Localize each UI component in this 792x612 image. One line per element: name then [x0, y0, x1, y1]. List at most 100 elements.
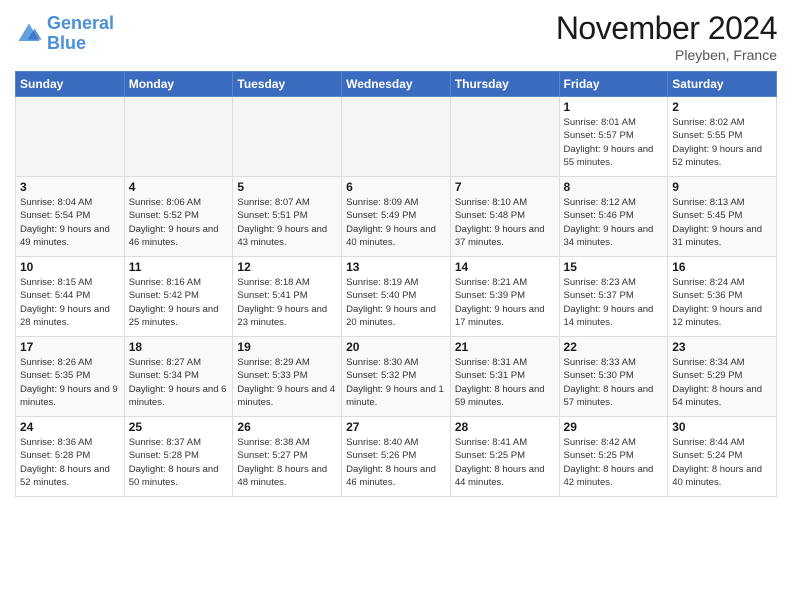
cell-2-0: 10 Sunrise: 8:15 AMSunset: 5:44 PMDaylig…: [16, 257, 125, 337]
day-info: Sunrise: 8:16 AMSunset: 5:42 PMDaylight:…: [129, 277, 219, 328]
cell-4-1: 25 Sunrise: 8:37 AMSunset: 5:28 PMDaylig…: [124, 417, 233, 497]
cell-4-0: 24 Sunrise: 8:36 AMSunset: 5:28 PMDaylig…: [16, 417, 125, 497]
day-info: Sunrise: 8:34 AMSunset: 5:29 PMDaylight:…: [672, 357, 762, 408]
cell-3-2: 19 Sunrise: 8:29 AMSunset: 5:33 PMDaylig…: [233, 337, 342, 417]
week-row-0: 1 Sunrise: 8:01 AMSunset: 5:57 PMDayligh…: [16, 97, 777, 177]
day-info: Sunrise: 8:31 AMSunset: 5:31 PMDaylight:…: [455, 357, 545, 408]
day-number: 12: [237, 260, 337, 274]
day-info: Sunrise: 8:29 AMSunset: 5:33 PMDaylight:…: [237, 357, 335, 408]
day-number: 10: [20, 260, 120, 274]
day-number: 8: [564, 180, 664, 194]
day-number: 6: [346, 180, 446, 194]
header-row-days: Sunday Monday Tuesday Wednesday Thursday…: [16, 72, 777, 97]
cell-0-2: [233, 97, 342, 177]
day-number: 16: [672, 260, 772, 274]
cell-1-1: 4 Sunrise: 8:06 AMSunset: 5:52 PMDayligh…: [124, 177, 233, 257]
title-block: November 2024 Pleyben, France: [556, 10, 777, 63]
cell-4-5: 29 Sunrise: 8:42 AMSunset: 5:25 PMDaylig…: [559, 417, 668, 497]
day-info: Sunrise: 8:38 AMSunset: 5:27 PMDaylight:…: [237, 437, 327, 488]
logo-general: General: [47, 13, 114, 33]
day-info: Sunrise: 8:13 AMSunset: 5:45 PMDaylight:…: [672, 197, 762, 248]
day-info: Sunrise: 8:01 AMSunset: 5:57 PMDaylight:…: [564, 117, 654, 168]
day-info: Sunrise: 8:26 AMSunset: 5:35 PMDaylight:…: [20, 357, 118, 408]
day-number: 21: [455, 340, 555, 354]
day-info: Sunrise: 8:19 AMSunset: 5:40 PMDaylight:…: [346, 277, 436, 328]
cell-1-4: 7 Sunrise: 8:10 AMSunset: 5:48 PMDayligh…: [450, 177, 559, 257]
day-number: 11: [129, 260, 229, 274]
cell-3-0: 17 Sunrise: 8:26 AMSunset: 5:35 PMDaylig…: [16, 337, 125, 417]
week-row-2: 10 Sunrise: 8:15 AMSunset: 5:44 PMDaylig…: [16, 257, 777, 337]
day-info: Sunrise: 8:06 AMSunset: 5:52 PMDaylight:…: [129, 197, 219, 248]
day-info: Sunrise: 8:33 AMSunset: 5:30 PMDaylight:…: [564, 357, 654, 408]
day-info: Sunrise: 8:10 AMSunset: 5:48 PMDaylight:…: [455, 197, 545, 248]
logo-text: General Blue: [47, 14, 114, 54]
day-number: 22: [564, 340, 664, 354]
day-number: 2: [672, 100, 772, 114]
day-info: Sunrise: 8:40 AMSunset: 5:26 PMDaylight:…: [346, 437, 436, 488]
cell-1-3: 6 Sunrise: 8:09 AMSunset: 5:49 PMDayligh…: [342, 177, 451, 257]
day-number: 26: [237, 420, 337, 434]
week-row-3: 17 Sunrise: 8:26 AMSunset: 5:35 PMDaylig…: [16, 337, 777, 417]
cell-1-5: 8 Sunrise: 8:12 AMSunset: 5:46 PMDayligh…: [559, 177, 668, 257]
day-info: Sunrise: 8:44 AMSunset: 5:24 PMDaylight:…: [672, 437, 762, 488]
day-info: Sunrise: 8:23 AMSunset: 5:37 PMDaylight:…: [564, 277, 654, 328]
day-info: Sunrise: 8:21 AMSunset: 5:39 PMDaylight:…: [455, 277, 545, 328]
day-info: Sunrise: 8:41 AMSunset: 5:25 PMDaylight:…: [455, 437, 545, 488]
cell-4-2: 26 Sunrise: 8:38 AMSunset: 5:27 PMDaylig…: [233, 417, 342, 497]
page-title: November 2024: [556, 10, 777, 47]
logo: General Blue: [15, 14, 114, 54]
day-info: Sunrise: 8:15 AMSunset: 5:44 PMDaylight:…: [20, 277, 110, 328]
day-number: 20: [346, 340, 446, 354]
day-info: Sunrise: 8:42 AMSunset: 5:25 PMDaylight:…: [564, 437, 654, 488]
day-number: 4: [129, 180, 229, 194]
cell-0-4: [450, 97, 559, 177]
day-number: 17: [20, 340, 120, 354]
cell-0-3: [342, 97, 451, 177]
day-number: 14: [455, 260, 555, 274]
day-info: Sunrise: 8:36 AMSunset: 5:28 PMDaylight:…: [20, 437, 110, 488]
col-friday: Friday: [559, 72, 668, 97]
day-number: 24: [20, 420, 120, 434]
col-tuesday: Tuesday: [233, 72, 342, 97]
day-info: Sunrise: 8:18 AMSunset: 5:41 PMDaylight:…: [237, 277, 327, 328]
cell-4-3: 27 Sunrise: 8:40 AMSunset: 5:26 PMDaylig…: [342, 417, 451, 497]
logo-icon: [15, 20, 43, 48]
cell-4-4: 28 Sunrise: 8:41 AMSunset: 5:25 PMDaylig…: [450, 417, 559, 497]
day-number: 25: [129, 420, 229, 434]
week-row-4: 24 Sunrise: 8:36 AMSunset: 5:28 PMDaylig…: [16, 417, 777, 497]
cell-2-3: 13 Sunrise: 8:19 AMSunset: 5:40 PMDaylig…: [342, 257, 451, 337]
cell-3-4: 21 Sunrise: 8:31 AMSunset: 5:31 PMDaylig…: [450, 337, 559, 417]
day-number: 23: [672, 340, 772, 354]
col-saturday: Saturday: [668, 72, 777, 97]
day-info: Sunrise: 8:02 AMSunset: 5:55 PMDaylight:…: [672, 117, 762, 168]
day-info: Sunrise: 8:30 AMSunset: 5:32 PMDaylight:…: [346, 357, 444, 408]
day-number: 3: [20, 180, 120, 194]
col-monday: Monday: [124, 72, 233, 97]
day-number: 1: [564, 100, 664, 114]
day-number: 15: [564, 260, 664, 274]
cell-3-1: 18 Sunrise: 8:27 AMSunset: 5:34 PMDaylig…: [124, 337, 233, 417]
col-sunday: Sunday: [16, 72, 125, 97]
day-info: Sunrise: 8:12 AMSunset: 5:46 PMDaylight:…: [564, 197, 654, 248]
day-info: Sunrise: 8:07 AMSunset: 5:51 PMDaylight:…: [237, 197, 327, 248]
day-info: Sunrise: 8:09 AMSunset: 5:49 PMDaylight:…: [346, 197, 436, 248]
calendar-header: Sunday Monday Tuesday Wednesday Thursday…: [16, 72, 777, 97]
cell-0-1: [124, 97, 233, 177]
day-info: Sunrise: 8:37 AMSunset: 5:28 PMDaylight:…: [129, 437, 219, 488]
cell-0-0: [16, 97, 125, 177]
cell-2-6: 16 Sunrise: 8:24 AMSunset: 5:36 PMDaylig…: [668, 257, 777, 337]
page: General Blue November 2024 Pleyben, Fran…: [0, 0, 792, 507]
day-number: 30: [672, 420, 772, 434]
day-number: 18: [129, 340, 229, 354]
cell-4-6: 30 Sunrise: 8:44 AMSunset: 5:24 PMDaylig…: [668, 417, 777, 497]
cell-3-5: 22 Sunrise: 8:33 AMSunset: 5:30 PMDaylig…: [559, 337, 668, 417]
day-info: Sunrise: 8:04 AMSunset: 5:54 PMDaylight:…: [20, 197, 110, 248]
cell-0-6: 2 Sunrise: 8:02 AMSunset: 5:55 PMDayligh…: [668, 97, 777, 177]
cell-2-1: 11 Sunrise: 8:16 AMSunset: 5:42 PMDaylig…: [124, 257, 233, 337]
day-number: 28: [455, 420, 555, 434]
cell-0-5: 1 Sunrise: 8:01 AMSunset: 5:57 PMDayligh…: [559, 97, 668, 177]
cell-3-3: 20 Sunrise: 8:30 AMSunset: 5:32 PMDaylig…: [342, 337, 451, 417]
calendar-body: 1 Sunrise: 8:01 AMSunset: 5:57 PMDayligh…: [16, 97, 777, 497]
cell-2-5: 15 Sunrise: 8:23 AMSunset: 5:37 PMDaylig…: [559, 257, 668, 337]
col-wednesday: Wednesday: [342, 72, 451, 97]
